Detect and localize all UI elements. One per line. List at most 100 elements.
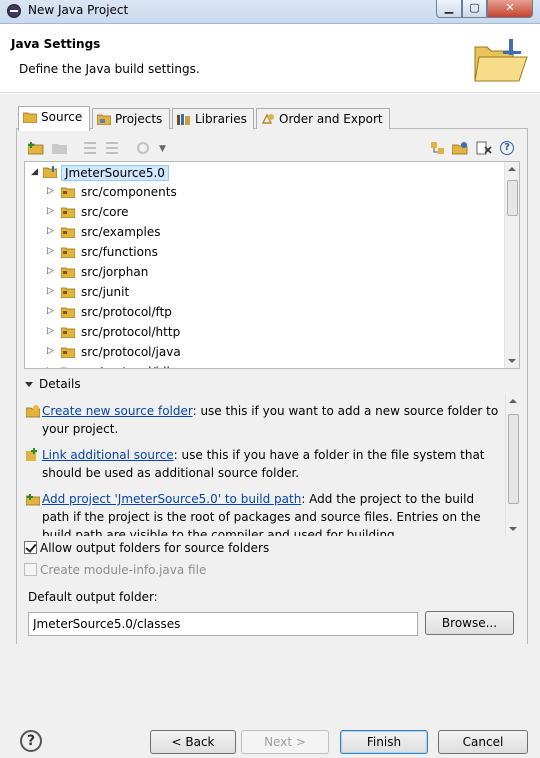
- allow-output-label: Allow output folders for source folders: [40, 541, 270, 555]
- tree-item-label: src/protocol/http: [81, 325, 181, 339]
- libraries-icon: [177, 114, 190, 125]
- allow-output-folders-checkbox[interactable]: Allow output folders for source folders: [24, 541, 269, 555]
- tree-item-label: src/components: [81, 185, 177, 199]
- tab-order-export-label: Order and Export: [279, 112, 383, 126]
- source-folder-icon: [23, 112, 37, 123]
- tree-item-label: src/jorphan: [81, 265, 149, 279]
- expand-arrow-icon[interactable]: ▷: [47, 206, 54, 216]
- package-folder-icon: [61, 287, 75, 298]
- allow-output-checkbox-box[interactable]: [24, 541, 37, 554]
- expand-triangle-icon: [25, 382, 33, 387]
- projects-icon: [97, 114, 111, 125]
- tree-item-label: src/core: [81, 205, 129, 219]
- create-module-label: Create module-info.java file: [40, 563, 207, 577]
- detail-create-folder: Create new source folder: use this if yo…: [26, 402, 504, 438]
- tab-order-export[interactable]: Order and Export: [256, 108, 390, 130]
- link-additional-source-link[interactable]: Link additional source: [42, 448, 174, 462]
- default-output-label: Default output folder:: [28, 590, 158, 604]
- expand-arrow-icon[interactable]: ▷: [47, 186, 54, 196]
- package-folder-icon: [61, 367, 67, 368]
- tree-item-label: src/functions: [81, 245, 158, 259]
- next-button: Next >: [241, 730, 329, 754]
- expand-arrow-icon[interactable]: ▷: [47, 246, 54, 256]
- tree-item-label: src/examples: [81, 225, 161, 239]
- help-icon[interactable]: ?: [20, 730, 42, 752]
- maximize-button[interactable]: ▢: [462, 0, 487, 18]
- package-folder-icon: [61, 327, 75, 338]
- package-folder-icon: [61, 347, 75, 358]
- package-folder-icon: [61, 307, 75, 318]
- link-source-icon: [26, 448, 37, 461]
- add-folder-icon[interactable]: [28, 141, 44, 155]
- wizard-header: Java Settings Define the Java build sett…: [0, 25, 540, 93]
- create-module-checkbox-box: [24, 563, 37, 576]
- add-project-icon: [26, 494, 40, 506]
- new-source-folder-icon: [26, 405, 40, 418]
- cancel-button[interactable]: Cancel: [438, 730, 528, 754]
- configure-dropdown-icon: ▼: [159, 144, 166, 154]
- expand-arrow-icon[interactable]: ▷: [47, 346, 54, 356]
- back-button[interactable]: < Back: [150, 730, 236, 754]
- finish-button[interactable]: Finish: [340, 730, 428, 754]
- tab-source[interactable]: Source: [18, 106, 90, 131]
- expand-arrow-icon[interactable]: ▷: [47, 266, 54, 276]
- scroll-up-icon[interactable]: [508, 167, 516, 171]
- expand-arrow-icon[interactable]: ▷: [47, 366, 54, 368]
- page-title: Java Settings: [11, 37, 101, 51]
- expand-all-icon[interactable]: [430, 141, 446, 155]
- collapse-all-icon[interactable]: [452, 141, 468, 155]
- details-label: Details: [39, 377, 81, 391]
- details-scrollbar[interactable]: [505, 394, 520, 536]
- details-section: Create new source folder: use this if yo…: [24, 394, 520, 536]
- detail-add-project: Add project 'JmeterSource5.0' to build p…: [26, 490, 504, 536]
- tab-projects[interactable]: Projects: [92, 108, 170, 130]
- package-folder-icon: [61, 227, 75, 238]
- expand-arrow-icon[interactable]: ▷: [47, 286, 54, 296]
- scroll-down-icon[interactable]: [508, 359, 516, 363]
- close-button[interactable]: ✕: [487, 0, 533, 18]
- tree-root-label: JmeterSource5.0: [61, 165, 169, 181]
- tree-item-label: src/protocol/jdbc: [81, 365, 181, 368]
- details-scroll-thumb[interactable]: [508, 414, 519, 504]
- tree-item-label: src/junit: [81, 285, 130, 299]
- tree-scroll-thumb[interactable]: [507, 180, 518, 216]
- detail-link-source: Link additional source: use this if you …: [26, 446, 504, 482]
- details-scroll-down-icon[interactable]: [509, 527, 517, 531]
- details-scroll-up-icon[interactable]: [509, 399, 517, 403]
- collapse-arrow-icon[interactable]: ◢: [31, 167, 38, 177]
- java-project-icon: [43, 166, 57, 178]
- java-project-folder-icon: [474, 39, 528, 82]
- package-folder-icon: [61, 247, 75, 258]
- package-folder-icon: [61, 187, 75, 198]
- tree-item-label: src/protocol/java: [81, 345, 181, 359]
- minimize-button[interactable]: ▁: [436, 0, 462, 18]
- window-title: New Java Project: [28, 3, 129, 17]
- window-titlebar: New Java Project ▁ ▢ ✕: [0, 0, 540, 24]
- tab-source-label: Source: [41, 110, 83, 124]
- tab-libraries-label: Libraries: [195, 112, 247, 126]
- tree-item-label: src/protocol/ftp: [81, 305, 172, 319]
- help-icon-small[interactable]: ?: [500, 141, 514, 155]
- remove-icon[interactable]: [476, 141, 492, 155]
- details-toggle[interactable]: Details: [25, 377, 81, 391]
- expand-arrow-icon[interactable]: ▷: [47, 326, 54, 336]
- include-icon: [84, 142, 96, 154]
- tab-libraries[interactable]: Libraries: [172, 108, 254, 130]
- package-folder-icon: [61, 207, 75, 218]
- link-folder-icon: [52, 144, 67, 154]
- source-tree[interactable]: ◢ JmeterSource5.0 ▷ src/components ▷ src/co…: [24, 161, 520, 369]
- configure-icon: [137, 142, 149, 154]
- add-project-build-path-link[interactable]: Add project 'JmeterSource5.0' to build p…: [42, 492, 301, 506]
- tree-scrollbar[interactable]: [504, 162, 519, 368]
- create-module-info-checkbox: Create module-info.java file: [24, 563, 206, 577]
- expand-arrow-icon[interactable]: ▷: [47, 226, 54, 236]
- page-description: Define the Java build settings.: [19, 62, 200, 76]
- default-output-folder-input[interactable]: [28, 612, 418, 636]
- exclude-icon: [106, 142, 118, 154]
- tab-projects-label: Projects: [115, 112, 163, 126]
- expand-arrow-icon[interactable]: ▷: [47, 306, 54, 316]
- create-source-folder-link[interactable]: Create new source folder: [42, 404, 193, 418]
- order-export-icon: [261, 113, 274, 124]
- browse-button[interactable]: Browse...: [425, 611, 514, 635]
- eclipse-app-icon: [7, 4, 21, 18]
